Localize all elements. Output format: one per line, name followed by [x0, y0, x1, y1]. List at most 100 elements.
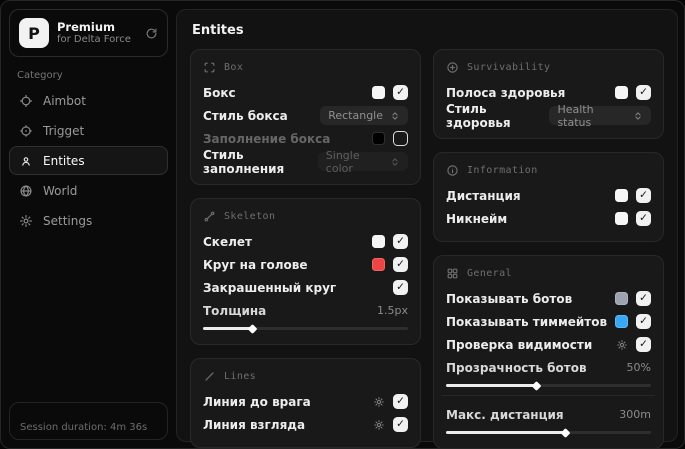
page-title: Entites	[192, 23, 244, 38]
checkbox[interactable]	[393, 131, 408, 146]
panel-skeleton: Skeleton Скелет Круг на голове	[190, 198, 421, 345]
setting-row-box: Бокс	[203, 81, 408, 104]
setting-label: Проверка видимости	[446, 337, 593, 352]
color-swatch[interactable]	[372, 86, 385, 99]
fill-style-select[interactable]: Single color	[317, 149, 408, 175]
setting-label: Скелет	[203, 234, 252, 249]
setting-label: Закрашенный круг	[203, 280, 337, 295]
setting-row-box-style: Стиль бокса Rectangle	[203, 104, 408, 127]
panel-general-header: General	[446, 267, 651, 280]
panel-lines: Lines Линия до врага ✓ Линия взгляда ✓	[190, 358, 421, 448]
checkbox[interactable]	[393, 394, 408, 409]
health-style-select[interactable]: Health status	[549, 103, 651, 129]
setting-row-skeleton: Скелет	[203, 230, 408, 253]
row-controls	[616, 337, 651, 352]
slider-value: 50%	[626, 361, 651, 374]
row-controls	[615, 314, 651, 329]
checkbox[interactable]	[636, 314, 651, 329]
health-cross-icon	[446, 61, 459, 74]
row-settings-gear-icon[interactable]	[616, 339, 628, 351]
row-controls	[373, 394, 408, 409]
checkbox[interactable]	[636, 85, 651, 100]
max-distance-slider[interactable]	[446, 431, 651, 434]
thickness-slider[interactable]	[203, 327, 408, 330]
row-settings-gear-icon[interactable]	[373, 396, 385, 408]
sidebar-item-label: Settings	[43, 213, 93, 228]
sidebar-item-label: Aimbot	[43, 93, 86, 108]
color-swatch[interactable]	[372, 258, 385, 271]
refresh-icon[interactable]	[145, 27, 158, 40]
setting-label: Стиль заполнения	[203, 147, 285, 176]
sidebar-item-aimbot[interactable]: Aimbot	[9, 86, 168, 115]
grid-icon	[446, 267, 459, 280]
bot-opacity-slider[interactable]	[446, 384, 651, 387]
info-icon	[446, 164, 459, 177]
checkbox[interactable]	[393, 417, 408, 432]
color-swatch[interactable]	[615, 86, 628, 99]
color-swatch[interactable]	[372, 235, 385, 248]
box-style-select[interactable]: Rectangle	[320, 106, 408, 125]
right-column: Survivability Полоса здоровья Стиль здор…	[433, 49, 664, 448]
panel-survivability-header: Survivability	[446, 61, 651, 74]
setting-row-show-teammates: Показывать тиммейтов	[446, 310, 651, 333]
row-controls	[372, 257, 408, 272]
panel-title: Lines	[224, 371, 257, 382]
checkbox[interactable]	[636, 188, 651, 203]
sidebar-item-label: Trigget	[43, 123, 85, 138]
row-controls	[615, 211, 651, 226]
checkbox[interactable]	[393, 234, 408, 249]
checkbox[interactable]	[393, 280, 408, 295]
setting-label: Прозрачность ботов	[446, 360, 587, 375]
divider	[442, 395, 655, 396]
color-swatch[interactable]	[372, 132, 385, 145]
setting-row-health-style: Стиль здоровья Health status	[446, 102, 651, 130]
setting-label: Толщина	[203, 303, 267, 318]
setting-row-nickname: Никнейм	[446, 207, 651, 230]
slider-fill	[203, 327, 253, 330]
panel-box-header: Box	[203, 61, 408, 74]
panel-title: General	[467, 268, 512, 279]
checkbox[interactable]	[393, 257, 408, 272]
row-controls	[372, 131, 408, 146]
panel-box: Box Бокс Стиль бокса Rectangle	[190, 49, 421, 185]
brand-title: Premium	[57, 19, 115, 34]
color-swatch[interactable]	[615, 189, 628, 202]
sidebar-item-world[interactable]: World	[9, 176, 168, 205]
setting-label: Стиль бокса	[203, 108, 288, 123]
box-corners-icon	[203, 61, 216, 74]
brand-subtitle: for Delta Force	[57, 33, 131, 45]
chevron-up-down-icon	[390, 111, 400, 121]
checkbox[interactable]	[636, 337, 651, 352]
main-content: Entites Box Бокс ✓ Стиль бокса Rectangle…	[176, 9, 678, 448]
brand-card: P Premium for Delta Force	[9, 9, 168, 57]
crosshair-icon	[19, 94, 33, 108]
sidebar-item-trigget[interactable]: Trigget	[9, 116, 168, 145]
slider-fill	[446, 431, 565, 434]
sidebar-nav: Aimbot Trigget Entites World Settings	[9, 86, 168, 235]
panel-survivability: Survivability Полоса здоровья Стиль здор…	[433, 49, 664, 139]
app-logo: P	[19, 18, 49, 48]
sidebar-item-settings[interactable]: Settings	[9, 206, 168, 235]
setting-label: Дистанция	[446, 188, 521, 203]
diagonal-line-icon	[203, 370, 216, 383]
setting-row-show-bots: Показывать ботов	[446, 287, 651, 310]
checkbox[interactable]	[636, 291, 651, 306]
panel-columns: Box Бокс Стиль бокса Rectangle	[190, 49, 664, 448]
row-controls	[615, 291, 651, 306]
sidebar-item-entites[interactable]: Entites	[9, 146, 168, 175]
row-controls	[372, 85, 408, 100]
color-swatch[interactable]	[615, 292, 628, 305]
panel-information-header: Information	[446, 164, 651, 177]
row-controls	[615, 85, 651, 100]
slider-value: 1.5px	[377, 304, 408, 317]
checkbox[interactable]	[636, 211, 651, 226]
trigger-crosshair-icon	[19, 124, 33, 138]
row-controls	[373, 417, 408, 432]
color-swatch[interactable]	[615, 315, 628, 328]
row-settings-gear-icon[interactable]	[373, 419, 385, 431]
color-swatch[interactable]	[615, 212, 628, 225]
setting-label: Макс. дистанция	[446, 407, 564, 422]
panel-information: Information Дистанция Никнейм	[433, 152, 664, 242]
row-controls	[372, 234, 408, 249]
checkbox[interactable]	[393, 85, 408, 100]
